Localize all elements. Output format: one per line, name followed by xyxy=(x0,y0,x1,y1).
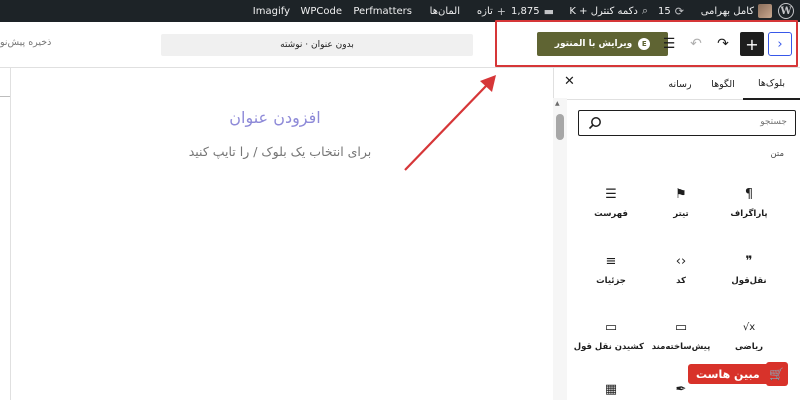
comments-count: 1,875 xyxy=(510,5,540,17)
elementor-icon: E xyxy=(638,38,651,50)
chevron-right-icon: › xyxy=(777,36,783,52)
elementor-button-label: ویرایش با المنتور xyxy=(554,39,633,49)
tab-media[interactable]: رسانه xyxy=(657,68,703,100)
sidebar-scrollbar[interactable] xyxy=(553,98,567,400)
comments-menu[interactable]: ▬ 1,875 xyxy=(511,0,554,22)
scrollbar-thumb[interactable] xyxy=(556,114,564,140)
block-quote[interactable]: ❞ نقل‌قول xyxy=(716,250,782,287)
math-icon: √x xyxy=(742,321,756,333)
block-pullquote[interactable]: ▭ کشیدن نقل قول xyxy=(573,316,644,353)
block-list[interactable]: ☰ فهرست xyxy=(578,183,644,220)
redo-icon: ↷ xyxy=(717,36,729,52)
quote-icon: ❞ xyxy=(745,253,753,269)
wpcode-label: WPCode xyxy=(300,5,342,17)
block-paragraph[interactable]: ¶ پاراگراف xyxy=(716,183,782,220)
redo-button[interactable]: ↷ xyxy=(711,32,735,56)
block-heading[interactable]: ⚑ تیتر xyxy=(648,183,714,220)
refresh-icon: ⟳ xyxy=(674,4,684,18)
block-preformatted[interactable]: ▭ پیش‌ساخته‌مند xyxy=(648,316,714,353)
code-icon: ‹› xyxy=(675,253,687,269)
watermark-text: مبین هاست xyxy=(688,364,768,384)
inserter-tabs: بلوک‌ها الگوها رسانه xyxy=(553,68,800,100)
block-search-input[interactable]: جستجو xyxy=(578,110,796,136)
canvas-divider-tick xyxy=(0,96,10,97)
bookmark-icon: ⚑ xyxy=(675,186,687,202)
updates-menu[interactable]: ⟳ 15 xyxy=(658,0,684,22)
block-table[interactable]: ▦ xyxy=(578,378,644,400)
scroll-up-arrow-icon[interactable]: ▲ xyxy=(555,100,560,107)
block-label: پیش‌ساخته‌مند xyxy=(651,342,711,352)
plus-icon: + xyxy=(745,34,759,54)
save-draft-button[interactable]: ذخیره پیش‌نو xyxy=(0,37,51,48)
user-name: کامل بهرامی xyxy=(700,5,754,17)
canvas-divider xyxy=(10,68,11,400)
post-title-placeholder[interactable]: افزودن عنوان xyxy=(200,108,350,127)
imagify-menu[interactable]: Imagify xyxy=(253,0,290,22)
block-label: کشیدن نقل قول xyxy=(573,342,644,352)
cart-icon: 🛒 xyxy=(765,362,788,386)
wordpress-logo-icon[interactable]: W xyxy=(778,3,794,19)
block-label: کد xyxy=(676,276,686,286)
document-overview-button[interactable]: ☰ xyxy=(657,32,681,56)
block-label: تیتر xyxy=(673,209,689,219)
user-account[interactable]: کامل بهرامی xyxy=(701,0,772,22)
perfmatters-label: Perfmatters xyxy=(353,5,412,17)
block-label: نقل‌قول xyxy=(731,276,767,286)
block-code[interactable]: ‹› کد xyxy=(648,250,714,287)
wp-admin-bar: W کامل بهرامی ⟳ 15 ⌕ دکمه کنترل + K ▬ 1,… xyxy=(0,0,800,22)
control-shortcut: دکمه کنترل + K xyxy=(569,5,638,17)
block-label: فهرست xyxy=(594,209,628,219)
tab-blocks[interactable]: بلوک‌ها xyxy=(743,68,800,100)
elements-label: المان‌ها xyxy=(429,5,460,17)
list-icon: ☰ xyxy=(605,186,617,202)
wpcode-menu[interactable]: WPCode xyxy=(300,0,342,22)
block-appender-hint[interactable]: برای انتخاب یک بلوک / را تایپ کنید xyxy=(150,144,410,159)
table-icon: ▦ xyxy=(604,381,618,397)
search-icon: ⌕ xyxy=(641,4,648,17)
command-palette[interactable]: ⌕ دکمه کنترل + K xyxy=(569,0,648,22)
details-icon: ≡ xyxy=(605,253,617,269)
undo-button[interactable]: ↶ xyxy=(684,32,708,56)
document-title-bar[interactable]: بدون عنوان · نوشته xyxy=(161,34,473,56)
perfmatters-menu[interactable]: Perfmatters xyxy=(353,0,412,22)
plus-icon: + xyxy=(496,4,506,18)
comment-icon: ▬ xyxy=(543,4,554,18)
pullquote-icon: ▭ xyxy=(604,319,618,335)
updates-count: 15 xyxy=(658,5,671,17)
block-label: ریاضی xyxy=(734,342,764,352)
search-icon xyxy=(588,117,601,130)
document-title: بدون عنوان · نوشته xyxy=(280,40,354,50)
preformatted-icon: ▭ xyxy=(674,319,688,335)
block-math[interactable]: √x ریاضی xyxy=(716,316,782,353)
paragraph-icon: ¶ xyxy=(744,186,754,202)
search-placeholder: جستجو xyxy=(760,117,787,127)
edit-with-elementor-button[interactable]: E ویرایش با المنتور xyxy=(537,32,668,56)
avatar xyxy=(758,4,772,18)
block-inserter-button[interactable]: + xyxy=(740,32,764,56)
block-details[interactable]: ≡ جزئیات xyxy=(578,250,644,287)
new-content-menu[interactable]: + تازه xyxy=(477,0,506,22)
block-label: جزئیات xyxy=(596,276,626,286)
elements-menu[interactable]: المان‌ها xyxy=(430,0,460,22)
new-label: تازه xyxy=(476,5,493,17)
tab-patterns[interactable]: الگوها xyxy=(703,68,743,100)
list-view-icon: ☰ xyxy=(662,36,676,52)
sidebar-toggle-button[interactable]: › xyxy=(768,32,792,56)
category-text-heading: متن xyxy=(770,149,784,159)
undo-icon: ↶ xyxy=(690,36,702,52)
block-label: پاراگراف xyxy=(730,209,768,219)
close-inserter-icon[interactable]: ✕ xyxy=(564,74,575,89)
imagify-label: Imagify xyxy=(252,5,290,17)
site-watermark: 🛒 مبین هاست xyxy=(688,362,788,386)
